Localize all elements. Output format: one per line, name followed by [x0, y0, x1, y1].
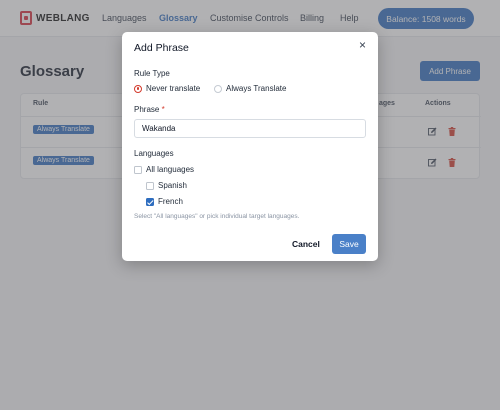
radio-label: Never translate [146, 84, 201, 93]
dialog-title: Add Phrase [134, 42, 189, 54]
checkbox-label: Spanish [158, 181, 187, 190]
checkbox[interactable] [134, 165, 142, 174]
checkbox-all-languages[interactable]: All languages [134, 165, 194, 174]
rule-type-label: Rule Type [134, 69, 170, 78]
phrase-label: Phrase * [134, 105, 165, 114]
languages-hint: Select "All languages" or pick individua… [134, 213, 300, 220]
required-mark: * [161, 105, 165, 114]
radio-never-translate[interactable]: Never translate [134, 84, 200, 93]
radio-label: Always Translate [226, 84, 287, 93]
radio-button[interactable] [214, 84, 222, 93]
checkbox-french[interactable]: French [146, 197, 183, 206]
phrase-label-text: Phrase [134, 105, 160, 114]
cancel-button[interactable]: Cancel [292, 239, 320, 249]
save-button[interactable]: Save [332, 234, 366, 254]
checkbox[interactable] [146, 181, 154, 190]
phrase-input[interactable]: Wakanda [134, 119, 366, 138]
languages-label: Languages [134, 149, 174, 158]
checkbox-label: All languages [146, 165, 195, 174]
add-phrase-dialog: Add Phrase × Rule Type Never translate A… [122, 32, 378, 261]
checkbox-label: French [158, 197, 183, 206]
close-icon[interactable]: × [359, 39, 366, 51]
checkbox-checked[interactable] [146, 197, 154, 206]
radio-button-selected[interactable] [134, 84, 142, 93]
page: WEBLANG Languages Glossary Customise Con… [0, 0, 500, 410]
radio-always-translate[interactable]: Always Translate [214, 84, 286, 93]
checkbox-spanish[interactable]: Spanish [146, 181, 187, 190]
